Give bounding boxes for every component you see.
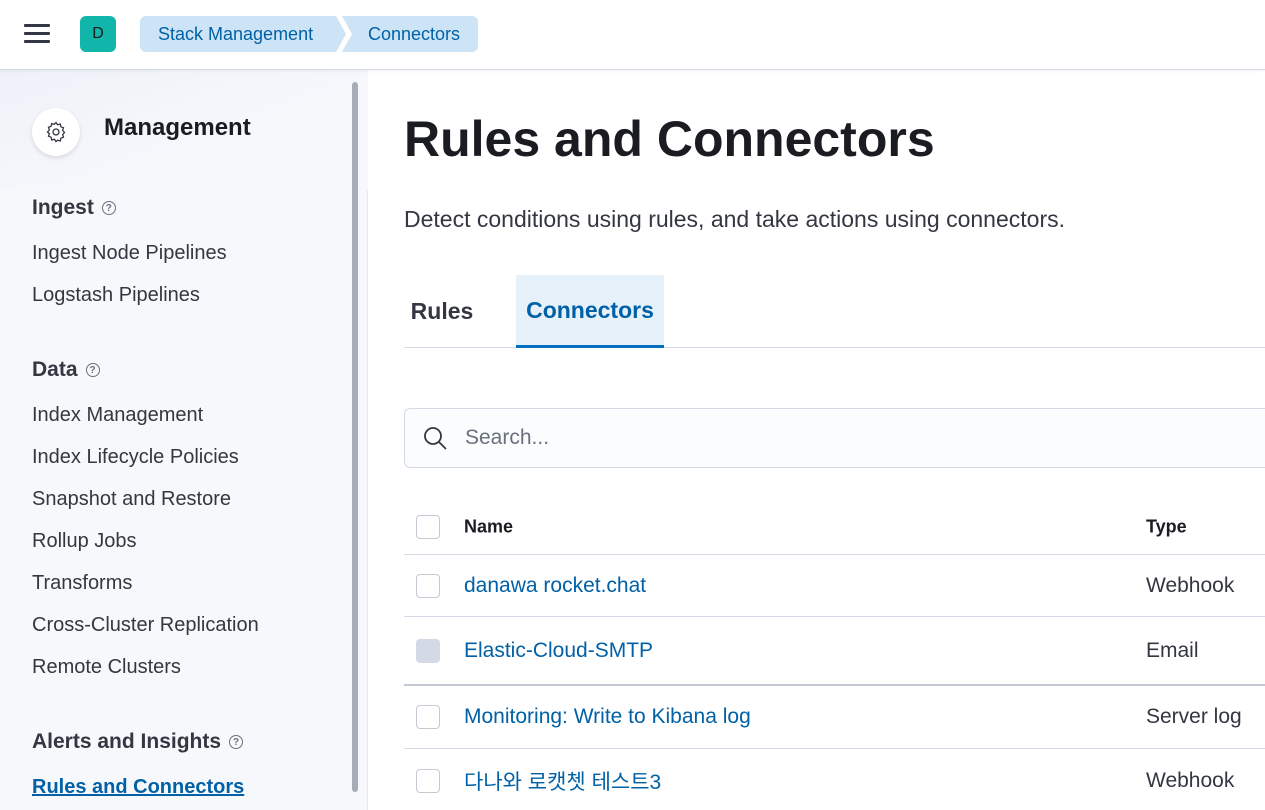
sidebar-item-rollup-jobs[interactable]: Rollup Jobs — [32, 530, 137, 553]
column-header-type[interactable]: Type — [1146, 517, 1187, 538]
section-label: Alerts and Insights — [32, 730, 222, 753]
sidebar-item-logstash-pipelines[interactable]: Logstash Pipelines — [32, 284, 200, 307]
sidebar-item-remote-clusters[interactable]: Remote Clusters — [32, 656, 181, 679]
sidebar-item-rules-and-connectors[interactable]: Rules and Connectors — [32, 776, 244, 799]
sidebar-scrollbar[interactable] — [352, 82, 358, 792]
breadcrumb: Stack Management Connectors — [140, 16, 479, 52]
search-icon — [424, 427, 447, 450]
sidebar-item-ingest-node-pipelines[interactable]: Ingest Node Pipelines — [32, 242, 227, 265]
connector-type: Server log — [1146, 705, 1242, 728]
table-row: 다나와 로캣쳇 테스트3 Webhook — [404, 749, 1265, 810]
section-label: Data — [32, 358, 78, 381]
section-alerts-and-insights: Alerts and Insights? — [32, 730, 244, 754]
search-input[interactable] — [465, 426, 1245, 450]
column-header-name[interactable]: Name — [464, 517, 513, 538]
table-row: Monitoring: Write to Kibana log Server l… — [404, 686, 1265, 749]
help-icon[interactable]: ? — [85, 363, 100, 377]
table-row: danawa rocket.chat Webhook — [404, 555, 1265, 617]
sidebar-item-index-lifecycle-policies[interactable]: Index Lifecycle Policies — [32, 446, 239, 469]
gear-icon — [32, 108, 80, 156]
section-label: Ingest — [32, 196, 94, 219]
tab-rules[interactable]: Rules — [404, 275, 480, 348]
space-avatar[interactable]: D — [80, 16, 116, 52]
sidebar: Management Ingest? Ingest Node Pipelines… — [0, 70, 368, 810]
connector-type: Email — [1146, 638, 1199, 662]
connector-type: Webhook — [1146, 573, 1235, 597]
tab-connectors[interactable]: Connectors — [516, 275, 664, 348]
row-checkbox[interactable] — [416, 705, 440, 729]
top-header: D Stack Management Connectors — [0, 0, 1265, 70]
sidebar-item-cross-cluster-replication[interactable]: Cross-Cluster Replication — [32, 614, 259, 637]
page-description: Detect conditions using rules, and take … — [404, 206, 1065, 232]
breadcrumb-stack-management[interactable]: Stack Management — [140, 16, 346, 52]
tab-bar: Rules Connectors — [404, 275, 1265, 348]
page-title: Rules and Connectors — [404, 111, 935, 167]
sidebar-item-transforms[interactable]: Transforms — [32, 572, 132, 595]
sidebar-item-index-management[interactable]: Index Management — [32, 404, 203, 427]
sidebar-title: Management — [104, 114, 251, 141]
connector-name-link[interactable]: Elastic-Cloud-SMTP — [464, 639, 653, 663]
breadcrumb-connectors[interactable]: Connectors — [342, 16, 479, 52]
main-content: Rules and Connectors Detect conditions u… — [368, 70, 1265, 810]
search-box — [404, 408, 1265, 468]
sidebar-item-snapshot-and-restore[interactable]: Snapshot and Restore — [32, 488, 231, 511]
table-header: Name Type — [404, 500, 1265, 555]
connector-name-link[interactable]: Monitoring: Write to Kibana log — [464, 705, 751, 729]
connector-type: Webhook — [1146, 768, 1235, 792]
connector-name-link[interactable]: danawa rocket.chat — [464, 574, 646, 598]
help-icon[interactable]: ? — [229, 735, 244, 749]
section-ingest: Ingest? — [32, 196, 116, 220]
help-icon[interactable]: ? — [101, 201, 116, 215]
row-checkbox[interactable] — [416, 768, 440, 793]
select-all-checkbox[interactable] — [416, 515, 440, 539]
connector-name-link[interactable]: 다나와 로캣쳇 테스트3 — [464, 766, 661, 796]
row-checkbox[interactable] — [416, 573, 440, 598]
table-row: Elastic-Cloud-SMTP Email — [404, 617, 1265, 686]
row-checkbox — [416, 638, 440, 663]
section-data: Data? — [32, 358, 100, 382]
menu-icon[interactable] — [24, 24, 50, 44]
connectors-table: Name Type danawa rocket.chat Webhook Ela… — [404, 500, 1265, 810]
